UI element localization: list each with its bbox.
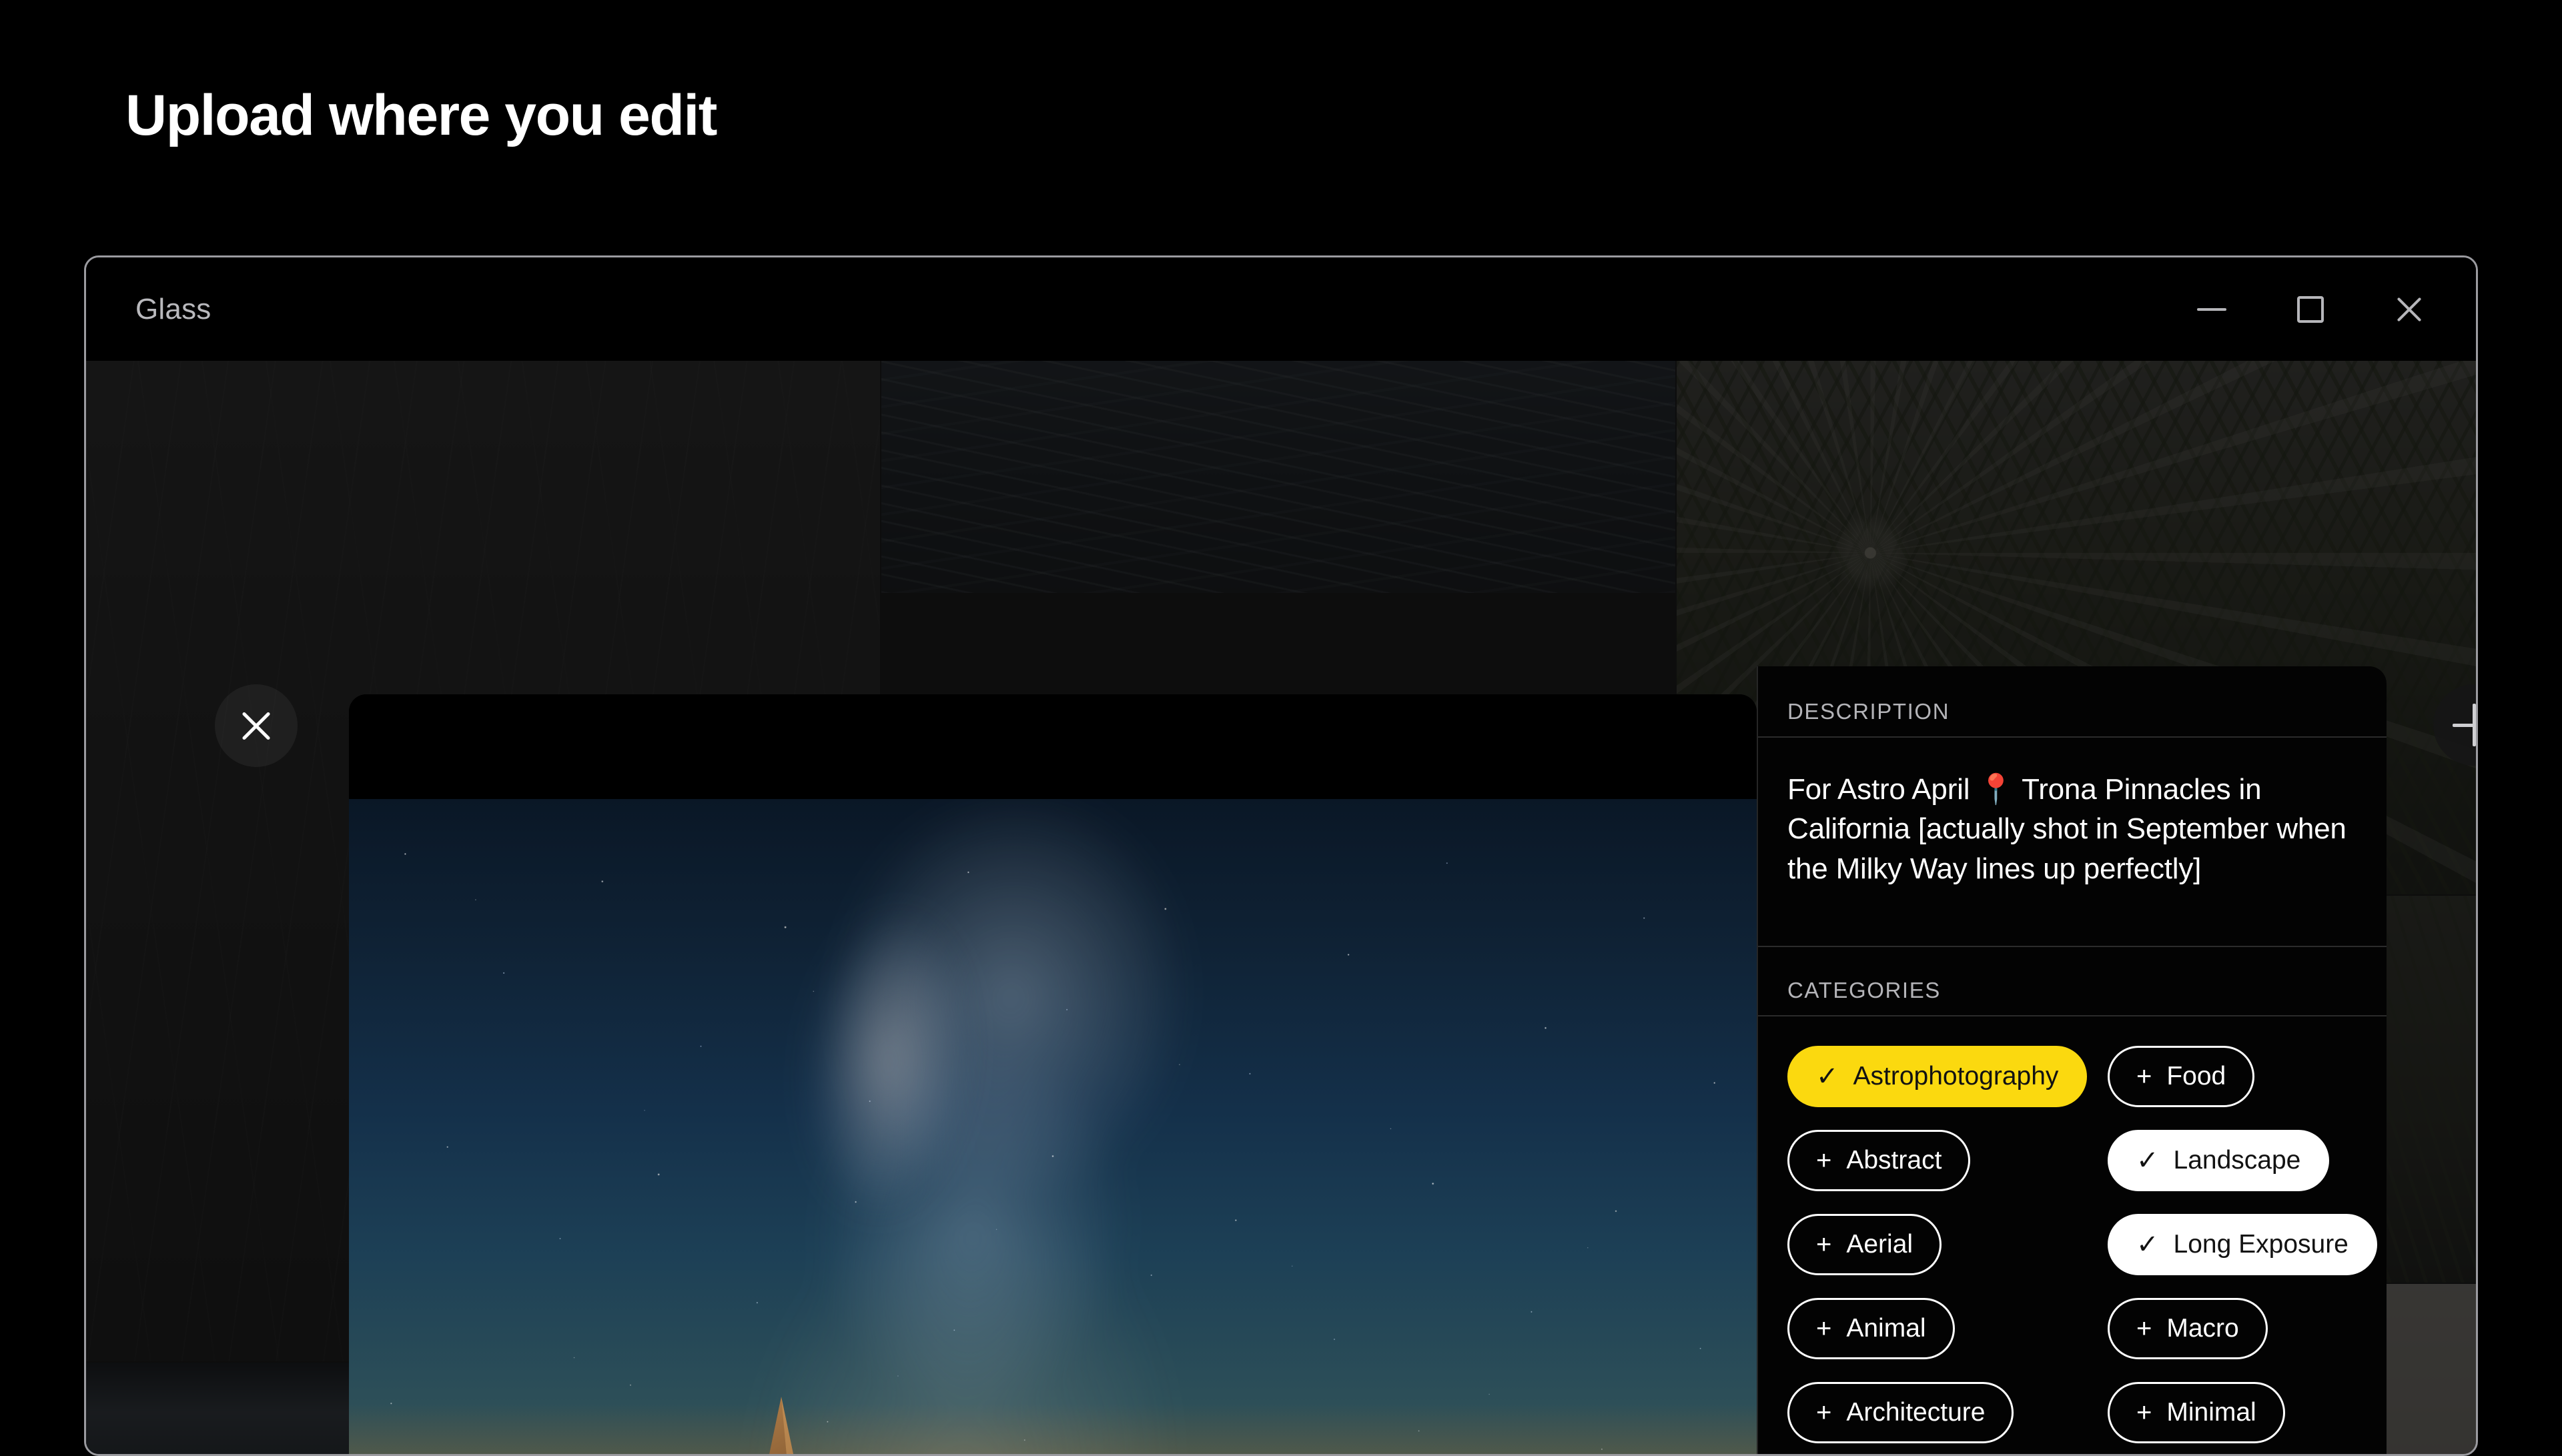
plus-icon: +: [2136, 1314, 2152, 1343]
category-chip-label: Aerial: [1846, 1230, 1913, 1259]
category-chip-architecture[interactable]: + Architecture: [1787, 1382, 2014, 1443]
window-controls: [2162, 257, 2459, 361]
check-icon: ✓: [1816, 1062, 1839, 1091]
category-chip-cell: + Aerial: [1787, 1214, 2108, 1275]
category-chip-label: Minimal: [2166, 1398, 2256, 1427]
category-chip-cell: + Abstract: [1787, 1130, 2108, 1191]
category-chip-label: Food: [2166, 1062, 2226, 1090]
category-chip-cell: + Macro: [2108, 1298, 2377, 1359]
category-chip-label: Macro: [2166, 1314, 2239, 1343]
category-chip-label: Landscape: [2173, 1146, 2301, 1175]
category-chip-label: Animal: [1846, 1314, 1926, 1343]
categories-section-header: CATEGORIES: [1758, 946, 2387, 1016]
category-chip-food[interactable]: + Food: [2108, 1046, 2255, 1107]
minimize-icon: [2197, 307, 2226, 311]
category-chip-cell: + Food: [2108, 1046, 2377, 1107]
plus-icon: [2453, 704, 2476, 746]
category-chip-long-exposure[interactable]: ✓ Long Exposure: [2108, 1214, 2377, 1275]
description-section-header: DESCRIPTION: [1758, 666, 2387, 738]
window-titlebar: Glass: [86, 257, 2476, 361]
close-icon: [238, 707, 275, 744]
close-window-button[interactable]: [2360, 266, 2459, 353]
category-chip-abstract[interactable]: + Abstract: [1787, 1130, 1971, 1191]
minimize-button[interactable]: [2162, 266, 2261, 353]
plus-icon: +: [1816, 1398, 1832, 1427]
plus-icon: +: [2136, 1062, 2152, 1091]
categories-heading: CATEGORIES: [1787, 978, 1941, 1002]
category-chip-cell: ✓ Long Exposure: [2108, 1214, 2377, 1275]
photo-image[interactable]: [349, 799, 1757, 1454]
plus-icon: +: [2136, 1398, 2152, 1427]
window-title: Glass: [135, 292, 211, 325]
maximize-icon: [2297, 295, 2324, 323]
plus-icon: +: [1816, 1314, 1832, 1343]
category-chip-cell: + Architecture: [1787, 1382, 2108, 1443]
app-window: Glass DESCRIPTION For Astro April 📍 Tron…: [84, 255, 2478, 1456]
category-chip-grid: ✓ Astrophotography + Food + Abstract ✓ Landscap…: [1758, 1016, 2387, 1454]
category-chip-cell: + Minimal: [2108, 1382, 2377, 1443]
category-chip-aerial[interactable]: + Aerial: [1787, 1214, 1942, 1275]
description-text: For Astro April 📍 Trona Pinnacles in Cal…: [1787, 773, 2346, 885]
category-chip-cell: ✓ Astrophotography: [1787, 1046, 2108, 1107]
category-chip-landscape[interactable]: ✓ Landscape: [2108, 1130, 2330, 1191]
page-title: Upload where you edit: [125, 83, 717, 147]
maximize-button[interactable]: [2261, 266, 2360, 353]
category-chip-minimal[interactable]: + Minimal: [2108, 1382, 2285, 1443]
check-icon: ✓: [2136, 1230, 2159, 1259]
category-chip-label: Abstract: [1846, 1146, 1942, 1175]
plus-icon: +: [1816, 1146, 1832, 1175]
category-chip-label: Architecture: [1846, 1398, 1986, 1427]
category-chip-cell: ✓ Landscape: [2108, 1130, 2377, 1191]
description-heading: DESCRIPTION: [1787, 699, 1950, 724]
check-icon: ✓: [2136, 1146, 2159, 1175]
close-overlay-button[interactable]: [215, 684, 298, 767]
photo-preview-card: [349, 694, 1757, 1454]
category-chip-animal[interactable]: + Animal: [1787, 1298, 1955, 1359]
close-icon: [2393, 293, 2425, 325]
plus-icon: +: [1816, 1230, 1832, 1259]
photo-metadata-panel: DESCRIPTION For Astro April 📍 Trona Pinn…: [1757, 666, 2387, 1454]
category-chip-astrophotography[interactable]: ✓ Astrophotography: [1787, 1046, 2088, 1107]
description-body[interactable]: For Astro April 📍 Trona Pinnacles in Cal…: [1758, 738, 2387, 946]
rock-spires: [349, 1330, 1757, 1454]
category-chip-cell: + Animal: [1787, 1298, 2108, 1359]
preview-topbar: [349, 694, 1757, 799]
category-chip-macro[interactable]: + Macro: [2108, 1298, 2268, 1359]
category-chip-label: Long Exposure: [2173, 1230, 2348, 1259]
category-chip-label: Astrophotography: [1853, 1062, 2059, 1090]
